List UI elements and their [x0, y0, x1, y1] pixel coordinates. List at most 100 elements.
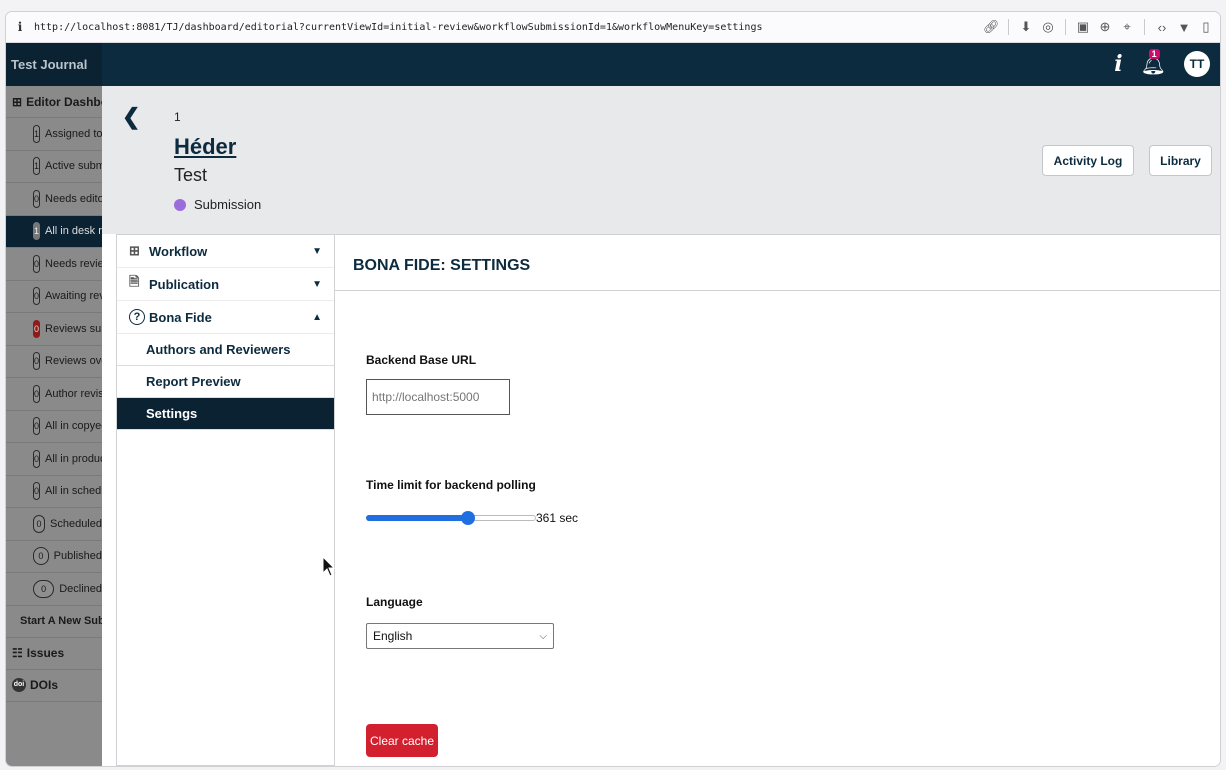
info-icon[interactable]: i: [6, 20, 34, 34]
submission-header: ❮ 1 Héder Test Submission Activity Log L…: [102, 86, 1220, 234]
toolbar-divider: [1065, 19, 1066, 35]
code-icon[interactable]: ‹›: [1154, 20, 1170, 35]
sidebar-item-label: Reviews submitted: [45, 322, 102, 335]
download-icon[interactable]: ⬇: [1018, 19, 1034, 35]
browser-toolbar: 🔗︎ ⬇ ◎ ▣ ⊕ ⌖ ‹› ▼ ▯: [983, 19, 1220, 35]
target-icon[interactable]: ⌖: [1119, 19, 1135, 35]
back-chevron-icon[interactable]: ❮: [122, 104, 140, 130]
sidebar-item[interactable]: 0 Needs editor: [6, 183, 102, 216]
sidebar-section-label: DOIs: [30, 678, 59, 692]
browser-window: i http://localhost:8081/TJ/dashboard/edi…: [6, 12, 1220, 766]
sidebar-item-count: 0: [33, 547, 49, 566]
dashboard-icon: ⊞: [12, 94, 23, 109]
nav-publication[interactable]: 🗎︎ Publication ▼: [117, 268, 334, 301]
sidebar-item[interactable]: 0 Awaiting reviewers: [6, 281, 102, 313]
camera-icon[interactable]: ◎: [1040, 19, 1056, 35]
nav-label: Workflow: [149, 243, 208, 259]
polling-limit-slider[interactable]: [366, 511, 536, 525]
document-icon: 🗎︎: [129, 274, 140, 289]
sidebar-item-label: Scheduled: [50, 517, 102, 530]
clear-cache-button[interactable]: Clear cache: [366, 724, 438, 757]
grid-icon: ⊞: [129, 243, 140, 258]
sidebar-item-label: Reviews overdue: [45, 355, 102, 368]
caret-down-icon: ▼: [312, 245, 322, 257]
submission-stage: Submission: [174, 197, 261, 212]
filter-icon[interactable]: ▼: [1176, 20, 1192, 35]
caret-up-icon: ▲: [312, 311, 322, 323]
sidebar-item-count: 0: [33, 189, 41, 208]
url-bar: i http://localhost:8081/TJ/dashboard/edi…: [6, 12, 1220, 43]
journal-name[interactable]: Test Journal: [6, 43, 102, 86]
nav-settings[interactable]: Settings: [117, 398, 334, 430]
sidebar-item[interactable]: 0 Author revisions: [6, 378, 102, 411]
notification-badge: 1: [1148, 48, 1160, 59]
chevron-down-icon: ⌵: [539, 630, 547, 642]
nav-bona-fide[interactable]: ? Bona Fide ▲: [117, 301, 334, 334]
sidebar-item-start-new[interactable]: Start A New Submission: [6, 606, 102, 638]
globe-icon[interactable]: ⊕: [1097, 19, 1113, 35]
question-icon: ?: [129, 309, 145, 325]
issues-icon: ☷: [12, 646, 23, 660]
backend-url-label: Backend Base URL: [366, 353, 477, 367]
nav-label: Publication: [149, 276, 220, 292]
sidebar-item[interactable]: 0 Declined: [6, 573, 102, 606]
sidebar-item-label: Published: [53, 550, 102, 563]
sidebar-toggle-icon[interactable]: ▯: [1198, 19, 1214, 35]
sidebar-section-editor-dashboard[interactable]: ⊞ Editor Dashboard: [6, 86, 102, 118]
backend-url-input[interactable]: [366, 379, 510, 415]
submission-author-link[interactable]: Héder: [174, 134, 236, 160]
submission-nav: ⊞ Workflow ▼ 🗎︎ Publication ▼ ? Bona Fid…: [116, 234, 335, 766]
sidebar-item-label: Active submissions: [45, 160, 102, 173]
top-bar: i 🔔︎ 1 TT: [102, 43, 1220, 86]
url-text[interactable]: http://localhost:8081/TJ/dashboard/edito…: [34, 22, 983, 33]
language-select[interactable]: English ⌵: [366, 623, 554, 649]
sidebar-item[interactable]: 0 All in copyediting: [6, 411, 102, 443]
window-icon[interactable]: ▣: [1075, 19, 1091, 35]
slider-thumb[interactable]: [461, 511, 475, 525]
submission-title: Test: [174, 165, 208, 185]
sidebar-item[interactable]: 1 All in desk review: [6, 215, 102, 248]
notifications-button[interactable]: 🔔︎ 1: [1141, 48, 1166, 77]
sidebar-item-count: 1: [33, 222, 41, 241]
sidebar-item-label: Needs editor: [45, 192, 102, 205]
info-icon[interactable]: i: [1114, 51, 1122, 77]
nav-report-preview[interactable]: Report Preview: [117, 366, 334, 398]
sidebar-item[interactable]: 0 All in scheduled: [6, 476, 102, 508]
sidebar-item-count: 0: [33, 417, 41, 436]
sidebar-item[interactable]: 0 Scheduled: [6, 508, 102, 541]
sidebar-item[interactable]: 0 Needs reviewers: [6, 248, 102, 281]
activity-log-button[interactable]: Activity Log: [1042, 145, 1134, 176]
sidebar-item-label: Author revisions: [45, 387, 102, 400]
toolbar-divider: [1008, 19, 1009, 35]
sidebar-item[interactable]: 0 Published: [6, 541, 102, 573]
sidebar-item-label: Declined: [59, 582, 102, 595]
language-label: Language: [366, 595, 423, 609]
sidebar-item[interactable]: 1 Assigned to me: [6, 118, 102, 151]
sidebar-item[interactable]: 0 Reviews overdue: [6, 346, 102, 378]
sidebar-item-count: 0: [33, 319, 41, 338]
library-button[interactable]: Library: [1149, 145, 1212, 176]
sidebar-section-dois[interactable]: doi DOIs: [6, 670, 102, 702]
sidebar-item[interactable]: 0 All in production: [6, 443, 102, 476]
sidebar-section-label: Editor Dashboard: [26, 94, 102, 109]
submission-id: 1: [174, 110, 181, 124]
link-icon[interactable]: 🔗︎: [983, 19, 1000, 35]
sidebar-section-label: Issues: [26, 646, 65, 660]
sidebar-item-count: 0: [33, 482, 41, 501]
sidebar-item[interactable]: 1 Active submissions: [6, 151, 102, 183]
nav-workflow[interactable]: ⊞ Workflow ▼: [117, 235, 334, 268]
caret-down-icon: ▼: [312, 278, 322, 290]
toolbar-divider: [1144, 19, 1145, 35]
mouse-cursor-icon: [322, 556, 336, 577]
sidebar-item-label: All in desk review: [45, 225, 102, 238]
sidebar-item-label: All in copyediting: [45, 420, 102, 433]
settings-panel: BONA FIDE: SETTINGS Backend Base URL Tim…: [335, 234, 1220, 766]
nav-label: Bona Fide: [149, 309, 212, 325]
sidebar-item[interactable]: 0 Reviews submitted: [6, 313, 102, 346]
doi-icon: doi: [12, 678, 26, 692]
sidebar-item-label: All in production: [45, 452, 102, 465]
sidebar-section-issues[interactable]: ☷ Issues: [6, 638, 102, 670]
sidebar-item-count: 1: [33, 124, 41, 143]
nav-authors-and-reviewers[interactable]: Authors and Reviewers: [117, 334, 334, 366]
user-avatar[interactable]: TT: [1184, 51, 1210, 77]
